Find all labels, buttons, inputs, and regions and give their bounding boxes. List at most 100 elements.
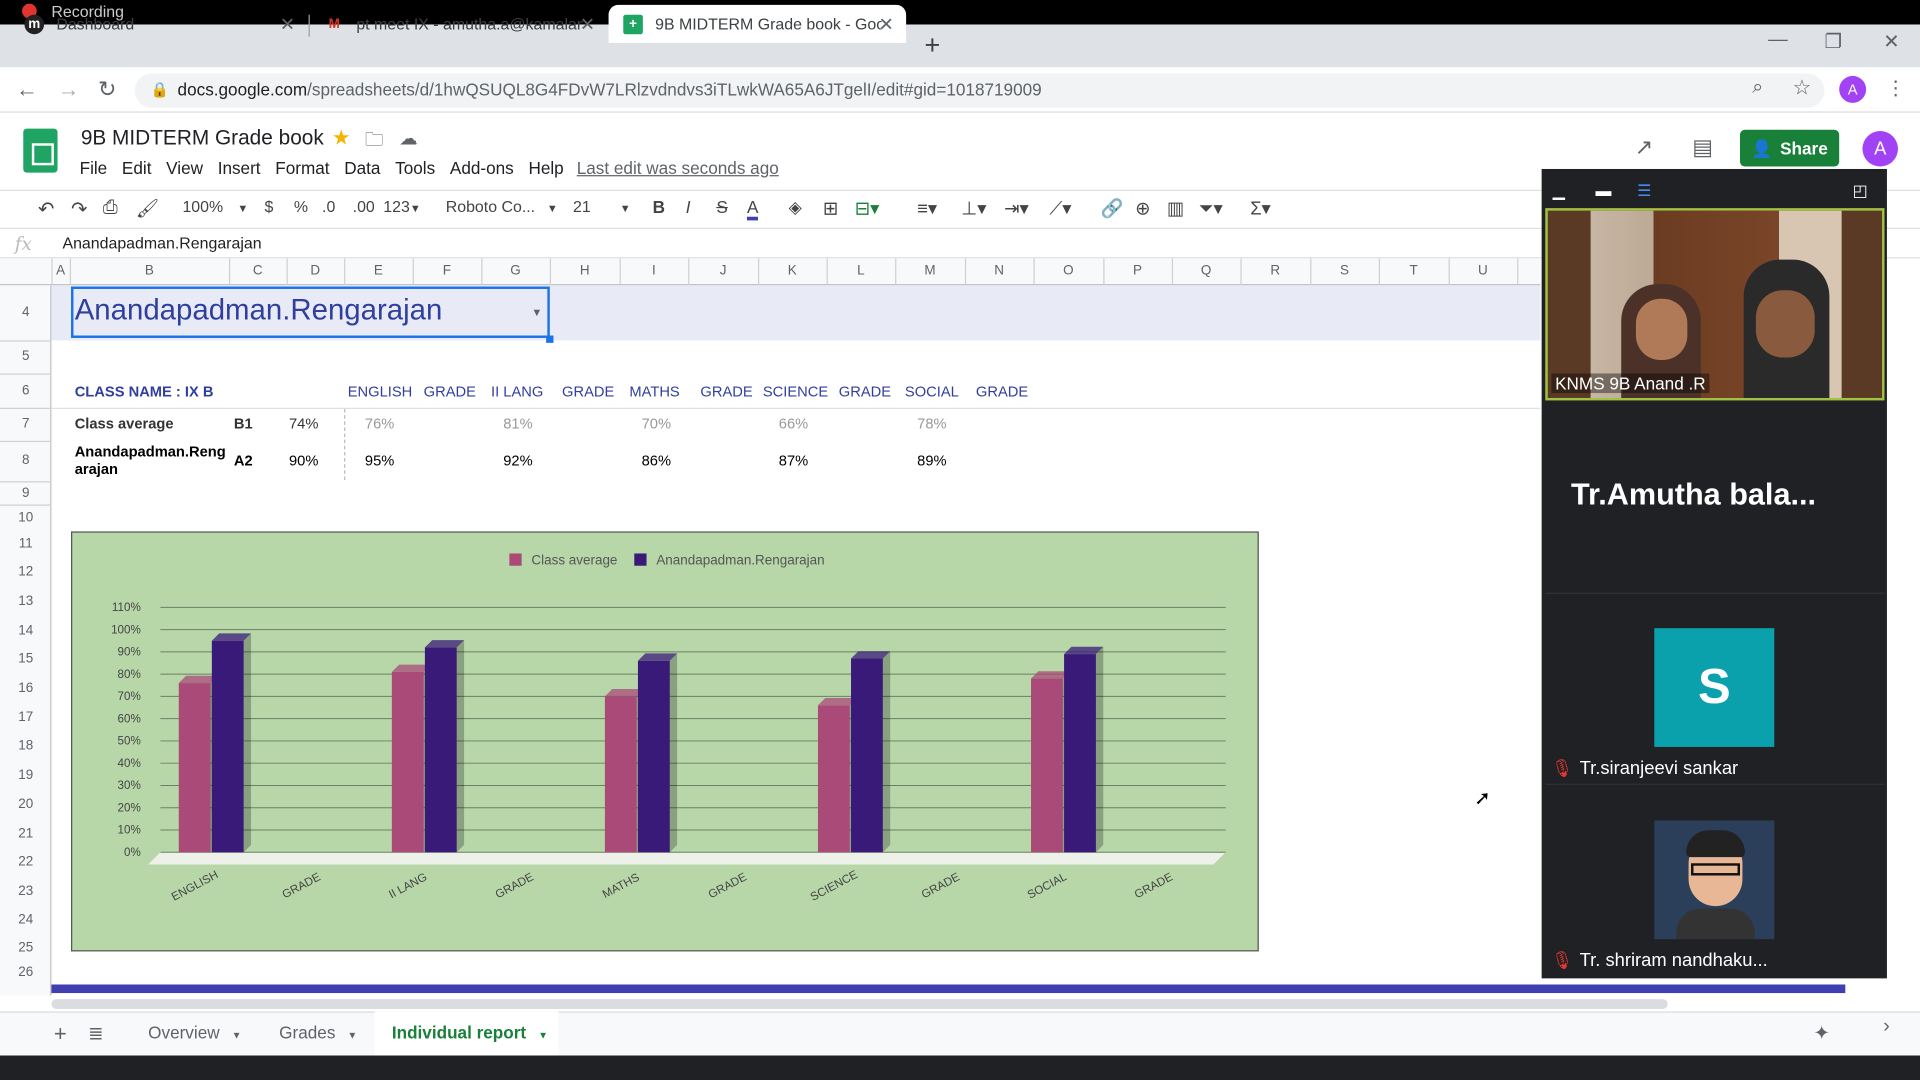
- row-header[interactable]: 7: [0, 416, 51, 431]
- selection-fill-handle[interactable]: [546, 335, 554, 343]
- text-wrap-icon[interactable]: ⇥▾: [1004, 197, 1029, 219]
- sheet-tab-grades[interactable]: Grades ▼: [279, 1022, 357, 1042]
- side-panel-expand-icon[interactable]: ›: [1883, 1016, 1890, 1038]
- url-text[interactable]: docs.google.com/spreadsheets/d/1hwQSUQL8…: [178, 80, 1042, 100]
- move-folder-icon[interactable]: 🗀: [365, 127, 383, 158]
- column-header[interactable]: I: [620, 263, 689, 278]
- percent-format-button[interactable]: %: [294, 197, 308, 215]
- row-header[interactable]: 10: [0, 511, 51, 526]
- forward-icon[interactable]: →: [58, 77, 80, 103]
- bold-button[interactable]: B: [653, 197, 665, 217]
- column-header[interactable]: D: [287, 263, 345, 278]
- explore-icon[interactable]: ✦: [1813, 1021, 1829, 1045]
- vertical-align-icon[interactable]: ⊥▾: [961, 197, 986, 219]
- menu-view[interactable]: View: [166, 158, 203, 178]
- back-icon[interactable]: ←: [16, 77, 38, 103]
- formula-input[interactable]: Anandapadman.Rengarajan: [62, 234, 261, 252]
- row-header[interactable]: 23: [0, 884, 51, 899]
- column-header[interactable]: L: [827, 263, 896, 278]
- menu-tools[interactable]: Tools: [395, 158, 435, 178]
- font-family-select[interactable]: Roboto Co... ▼: [446, 197, 558, 215]
- row-header[interactable]: 4: [0, 305, 51, 320]
- filter-icon[interactable]: ⏷▾: [1199, 197, 1223, 219]
- column-header[interactable]: M: [895, 263, 965, 278]
- browser-profile-avatar[interactable]: A: [1839, 75, 1867, 103]
- row-header[interactable]: 25: [0, 940, 51, 955]
- column-header[interactable]: H: [550, 263, 620, 278]
- column-header[interactable]: R: [1240, 263, 1310, 278]
- column-header[interactable]: A: [51, 263, 69, 278]
- all-sheets-icon[interactable]: ≣: [88, 1022, 103, 1045]
- insert-comment-icon[interactable]: ⊕: [1135, 197, 1150, 219]
- row-header[interactable]: 14: [0, 623, 51, 638]
- row-header[interactable]: 5: [0, 349, 51, 364]
- row-header[interactable]: 18: [0, 738, 51, 753]
- row-header[interactable]: 13: [0, 594, 51, 609]
- grade-comparison-chart[interactable]: 0% 10% 20% 30% 40% 50% 60% 70% 80% 90% 100% 110% ENG…: [71, 531, 1259, 952]
- add-sheet-icon[interactable]: +: [54, 1021, 67, 1047]
- menu-file[interactable]: File: [80, 158, 108, 178]
- reload-icon[interactable]: ↻: [98, 77, 116, 103]
- column-header[interactable]: G: [481, 263, 550, 278]
- float-panel-icon[interactable]: ◰: [1853, 181, 1868, 201]
- print-icon[interactable]: ⎙: [103, 197, 118, 218]
- comments-icon[interactable]: ▤: [1692, 135, 1713, 161]
- row-header[interactable]: 26: [0, 965, 51, 980]
- insert-link-icon[interactable]: 🔗: [1101, 197, 1124, 219]
- new-tab-icon[interactable]: +: [924, 29, 940, 61]
- redo-icon[interactable]: ↷: [71, 197, 87, 221]
- row-header[interactable]: 24: [0, 912, 51, 927]
- minimize-panel-icon[interactable]: ▁: [1553, 181, 1565, 201]
- row-header[interactable]: 11: [0, 536, 51, 551]
- tab-sheets[interactable]: + 9B MIDTERM Grade book - Goog ✕: [608, 4, 907, 43]
- column-header[interactable]: S: [1310, 263, 1379, 278]
- close-tab-icon[interactable]: ✕: [280, 13, 295, 36]
- column-header[interactable]: Q: [1172, 263, 1241, 278]
- text-color-button[interactable]: A: [746, 197, 759, 221]
- star-icon[interactable]: ★: [332, 126, 351, 150]
- insert-chart-icon[interactable]: ▥: [1167, 197, 1184, 219]
- close-tab-icon[interactable]: ✕: [878, 13, 893, 36]
- row-header[interactable]: 6: [0, 383, 51, 398]
- undo-icon[interactable]: ↶: [38, 197, 54, 221]
- close-tab-icon[interactable]: ✕: [580, 13, 595, 36]
- row-header[interactable]: 9: [0, 486, 51, 501]
- merge-cells-icon[interactable]: ⊟▾: [855, 197, 880, 219]
- column-header[interactable]: O: [1033, 263, 1103, 278]
- browser-menu-icon[interactable]: ⋮: [1886, 76, 1906, 100]
- column-header[interactable]: U: [1449, 263, 1518, 278]
- cloud-status-icon[interactable]: ☁: [399, 127, 417, 150]
- more-formats-button[interactable]: 123▼: [383, 197, 421, 215]
- column-header[interactable]: P: [1103, 263, 1172, 278]
- column-header[interactable]: K: [758, 263, 827, 278]
- font-size-select[interactable]: 21 ▼: [573, 197, 631, 215]
- dropdown-arrow-icon[interactable]: ▼: [531, 306, 542, 318]
- last-edit-link[interactable]: Last edit was seconds ago: [577, 158, 779, 178]
- functions-icon[interactable]: Σ▾: [1250, 197, 1271, 219]
- row-header[interactable]: 8: [0, 453, 51, 468]
- sheet-tab-overview[interactable]: Overview ▼: [148, 1022, 241, 1042]
- paint-format-icon[interactable]: 🖌: [136, 197, 159, 219]
- horizontal-align-icon[interactable]: ≡▾: [917, 197, 937, 219]
- zoom-select[interactable]: 100% ▼: [182, 197, 248, 215]
- column-header[interactable]: B: [70, 263, 229, 278]
- row-header[interactable]: 21: [0, 827, 51, 842]
- bookmark-star-icon[interactable]: ☆: [1793, 76, 1812, 100]
- share-button[interactable]: 👤 Share: [1740, 129, 1840, 167]
- tab-gmail[interactable]: M pt meet IX - amutha.a@kamalani ✕: [310, 5, 608, 43]
- close-window-icon[interactable]: ✕: [1883, 29, 1899, 53]
- column-header[interactable]: J: [688, 263, 758, 278]
- fill-color-icon[interactable]: ◈: [789, 197, 802, 218]
- row-header[interactable]: 12: [0, 564, 51, 579]
- column-header[interactable]: E: [344, 263, 413, 278]
- increase-decimal-button[interactable]: .00: [353, 197, 375, 215]
- minimize-icon[interactable]: —: [1768, 29, 1788, 51]
- menu-insert[interactable]: Insert: [218, 158, 261, 178]
- row-header[interactable]: 16: [0, 681, 51, 696]
- document-title[interactable]: 9B MIDTERM Grade book: [81, 126, 324, 150]
- text-rotation-icon[interactable]: ⟋▾: [1049, 197, 1071, 219]
- account-avatar[interactable]: A: [1862, 131, 1898, 167]
- menu-edit[interactable]: Edit: [122, 158, 152, 178]
- column-header[interactable]: T: [1379, 263, 1449, 278]
- sheets-logo-icon[interactable]: [23, 128, 58, 173]
